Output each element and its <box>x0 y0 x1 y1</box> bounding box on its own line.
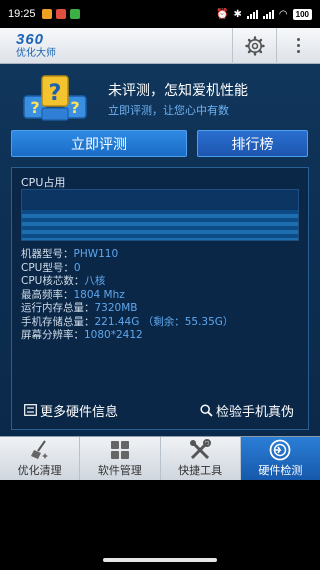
spec-row-cpu-cores: CPU核芯数：八核 <box>21 275 233 289</box>
spec-value: 1804 Mhz <box>73 288 125 301</box>
nav-tab-software[interactable]: 软件管理 <box>79 437 159 480</box>
hero-subtitle: 立即评测，让您心中有数 <box>108 104 229 117</box>
spec-row-model: 机器型号：PHW110 <box>21 248 233 262</box>
more-hardware-info-link[interactable]: 更多硬件信息 <box>24 401 118 420</box>
broom-icon <box>30 440 48 459</box>
app-logo-subtitle: 优化大师 <box>16 48 56 59</box>
app-title-bar: 360 优化大师 <box>0 27 320 64</box>
spec-label: 运行内存总量： <box>21 302 95 314</box>
battery-indicator: 100 <box>292 8 312 20</box>
signal-icon <box>246 9 258 19</box>
spec-value: 221.44G （剩余：55.35G） <box>94 315 234 328</box>
app-logo-text: 360 <box>16 31 45 48</box>
nav-tab-tools[interactable]: 快捷工具 <box>159 437 240 480</box>
home-indicator[interactable] <box>103 558 217 562</box>
svg-text:?: ? <box>70 98 79 117</box>
evaluation-hero: ? ? ? 未评测，怎知爱机性能 立即评测，让您心中有数 <box>0 64 320 126</box>
spec-list: 机器型号：PHW110 CPU型号：0 CPU核芯数：八核 最高频率：1804 … <box>21 248 233 343</box>
hardware-detect-icon <box>269 439 291 461</box>
notification-app-icon <box>55 9 66 19</box>
cpu-usage-label: CPU占用 <box>21 176 66 189</box>
app-screen: 19:25 ⏰ ✱ ◠ 100 360 优化大师 ? ? ? 未评测，怎知爱机性… <box>0 0 320 570</box>
spec-label: 机器型号： <box>21 248 74 260</box>
app-logo: 360 优化大师 <box>16 32 56 59</box>
spec-value: 0 <box>73 261 81 274</box>
spec-value: 1080*2412 <box>84 329 143 341</box>
magnifier-icon <box>200 403 213 417</box>
wifi-icon: ◠ <box>278 8 288 20</box>
more-hardware-info-label: 更多硬件信息 <box>40 404 119 420</box>
question-blocks-icon: ? ? ? <box>23 75 87 121</box>
ranking-button[interactable]: 排行榜 <box>197 130 308 157</box>
spec-label: CPU型号： <box>21 261 74 274</box>
alarm-icon: ⏰ <box>216 8 229 20</box>
spec-row-storage: 手机存储总量：221.44G （剩余：55.35G） <box>21 316 233 330</box>
bluetooth-icon: ✱ <box>233 8 242 20</box>
status-bar: 19:25 ⏰ ✱ ◠ 100 <box>0 0 320 28</box>
hero-title: 未评测，怎知爱机性能 <box>108 83 248 99</box>
signal-icon <box>262 9 274 19</box>
spec-label: 最高频率： <box>21 288 74 301</box>
notification-app-icon <box>69 9 80 19</box>
system-nav-area <box>0 480 320 570</box>
spec-value: 八核 <box>84 275 106 287</box>
spec-label: 屏幕分辨率： <box>21 329 84 341</box>
spec-row-max-freq: 最高频率：1804 Mhz <box>21 289 233 303</box>
evaluate-now-button[interactable]: 立即评测 <box>11 130 187 157</box>
gear-icon <box>244 35 265 56</box>
status-time: 19:25 <box>8 8 36 20</box>
tools-icon <box>190 439 212 460</box>
nav-tab-label: 快捷工具 <box>178 464 223 477</box>
svg-text:?: ? <box>49 81 62 106</box>
apps-grid-icon <box>110 441 129 459</box>
bottom-nav: 优化清理 软件管理 快捷工具 硬件检测 <box>0 436 320 480</box>
spec-label: CPU核芯数： <box>21 275 85 287</box>
nav-tab-hardware[interactable]: 硬件检测 <box>239 437 320 480</box>
spec-row-cpu-model: CPU型号：0 <box>21 262 233 276</box>
verify-phone-label: 检验手机真伪 <box>215 404 294 420</box>
hardware-info-panel: CPU占用 机器型号：PHW110 CPU型号：0 CPU核芯数：八核 最高频率… <box>11 167 309 430</box>
nav-tab-label: 硬件检测 <box>258 464 303 477</box>
nav-tab-label: 软件管理 <box>97 464 142 477</box>
nav-tab-label: 优化清理 <box>17 464 62 477</box>
spec-value: PHW110 <box>73 248 119 260</box>
spec-label: 手机存储总量： <box>21 315 95 328</box>
notification-app-icon <box>41 9 52 19</box>
more-menu-button[interactable] <box>276 27 320 64</box>
cpu-usage-graph <box>21 189 299 241</box>
spec-row-resolution: 屏幕分辨率：1080*2412 <box>21 329 233 343</box>
svg-text:?: ? <box>30 98 39 117</box>
spec-row-ram: 运行内存总量：7320MB <box>21 302 233 316</box>
spec-value: 7320MB <box>94 302 138 314</box>
verify-phone-link[interactable]: 检验手机真伪 <box>200 401 294 420</box>
settings-button[interactable] <box>232 27 276 64</box>
more-vertical-icon <box>297 38 300 53</box>
nav-tab-optimize[interactable]: 优化清理 <box>0 437 79 480</box>
list-icon <box>24 404 37 416</box>
